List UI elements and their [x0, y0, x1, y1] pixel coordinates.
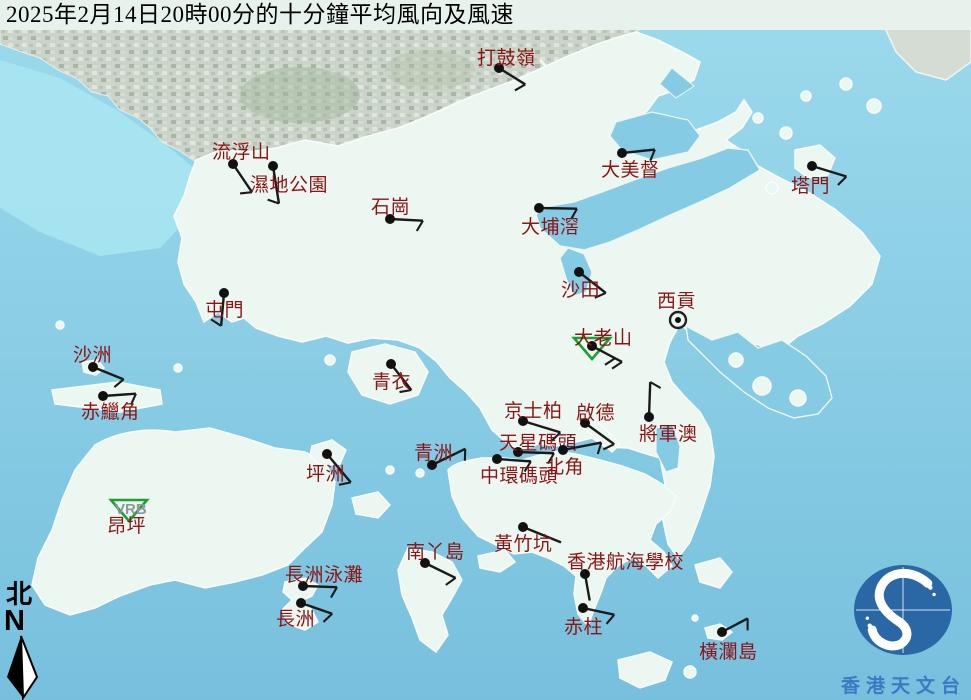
islet: [840, 78, 852, 90]
compass-label-en: N: [4, 608, 48, 634]
station-label: 長洲: [276, 609, 315, 630]
islet: [766, 182, 778, 194]
station-dot: [322, 449, 332, 459]
station-dot: [518, 522, 528, 532]
wind-barb-shaft: [539, 208, 577, 209]
islet: [780, 127, 792, 139]
station-label: 大埔滘: [521, 216, 580, 238]
station-label: 黃竹坑: [494, 533, 553, 555]
wind-map-page: 打鼓嶺流浮山濕地公園石崗 大美督塔門大埔滘沙田西貢大老山 屯門沙洲赤鱲角 青衣青洲 京士…: [0, 0, 971, 700]
station-label: 大美督: [601, 159, 660, 181]
station-label: 長洲泳灘: [285, 564, 363, 586]
islet: [56, 321, 64, 329]
station-dot: [574, 267, 584, 277]
station-label: 坪洲: [306, 463, 345, 485]
station-label: 石崗: [371, 196, 410, 218]
islet: [867, 99, 881, 113]
islet: [801, 91, 811, 101]
station-label: 北角: [545, 456, 584, 478]
islet: [684, 666, 696, 678]
station-dot: [268, 161, 278, 171]
wind-barb-shaft: [303, 586, 337, 587]
station-label: 昂坪: [107, 515, 146, 537]
ma-wan-island: [325, 355, 335, 365]
shenzhen-hills: [240, 67, 360, 123]
station-label: 京士柏: [504, 400, 563, 422]
shenzhen-hills: [385, 50, 475, 90]
station-label: 南丫島: [406, 541, 465, 563]
station-label: 青洲: [414, 442, 453, 464]
station-dot: [675, 317, 681, 323]
station-dot: [558, 445, 568, 455]
islet: [416, 469, 424, 477]
station-label: 西貢: [657, 291, 696, 312]
station-label: 濕地公園: [250, 174, 328, 196]
station-label: 將軍澳: [639, 423, 698, 445]
islet: [729, 353, 743, 367]
map-title: 2025年2月14日20時00分的十分鐘平均風向及風速: [0, 0, 971, 30]
hko-logo-name-zh: 香港天文台: [836, 671, 971, 698]
station-dot: [219, 288, 229, 298]
station-label: 香港航海學校: [567, 551, 684, 573]
station-dot: [807, 161, 817, 171]
islet: [753, 377, 771, 395]
station-label: 橫瀾島: [699, 641, 758, 663]
station-dot: [578, 603, 588, 613]
station-label: 赤鱲角: [81, 401, 140, 423]
islet: [174, 364, 182, 372]
compass-north-indicator: 北 N: [4, 582, 48, 700]
station-dot: [534, 203, 544, 213]
station-label: 沙洲: [73, 345, 112, 366]
station-label: 沙田: [561, 280, 600, 301]
station-label: 打鼓嶺: [477, 47, 536, 69]
station-label: 流浮山: [212, 141, 271, 163]
hong-kong-map: 打鼓嶺流浮山濕地公園石崗 大美督塔門大埔滘沙田西貢大老山 屯門沙洲赤鱲角 青衣青洲 京士…: [0, 0, 971, 700]
station-dot: [644, 412, 654, 422]
station-dot: [386, 359, 396, 369]
islet: [386, 466, 394, 474]
hko-logo: 香港天文台 HONG KONG OBSERVATORY: [836, 558, 971, 700]
station-label: 青衣: [372, 371, 411, 393]
islet: [692, 615, 698, 621]
islet: [753, 113, 763, 123]
station-dot: [492, 454, 502, 464]
station-label: 屯門: [205, 299, 244, 321]
station-label: 赤柱: [564, 616, 603, 638]
islet: [790, 390, 806, 406]
wind-barb-shaft: [649, 382, 650, 417]
station-label: 塔門: [791, 175, 830, 197]
station-dot: [617, 148, 627, 158]
station-dot: [98, 391, 108, 401]
hko-logo-icon: [836, 558, 971, 664]
station-label: 啟德: [576, 402, 615, 424]
north-arrow-icon: [4, 635, 42, 700]
station-dot: [296, 598, 306, 608]
station-dot: [717, 627, 727, 637]
station-label: 大老山: [574, 327, 633, 349]
